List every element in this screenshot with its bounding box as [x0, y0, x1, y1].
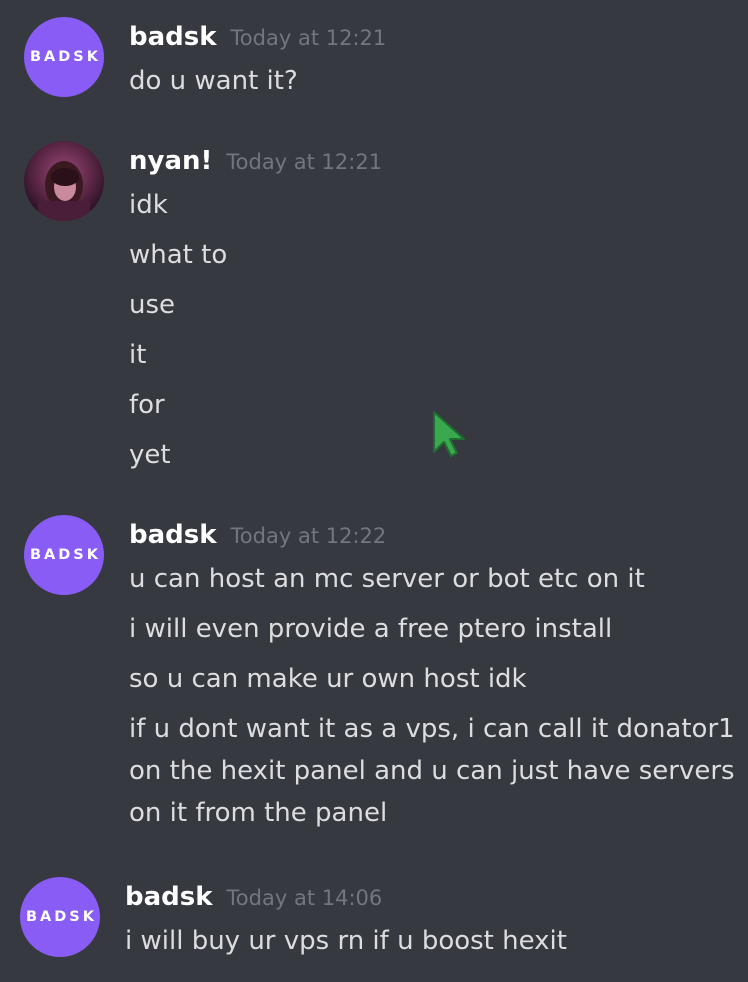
avatar-text: BADSK [26, 909, 97, 925]
message-text: use [129, 290, 176, 320]
message-header: badsk Today at 12:21 [129, 22, 386, 52]
message-text: what to [129, 240, 228, 270]
username[interactable]: nyan! [129, 146, 212, 176]
avatar[interactable] [24, 141, 104, 221]
username[interactable]: badsk [125, 882, 213, 912]
message-header: nyan! Today at 12:21 [129, 146, 382, 176]
timestamp[interactable]: Today at 12:21 [226, 150, 382, 174]
username[interactable]: badsk [129, 520, 217, 550]
message-text: idk [129, 190, 168, 220]
message-text: i will buy ur vps rn if u boost hexit [125, 926, 567, 956]
avatar-text: BADSK [30, 547, 101, 563]
message-text: u can host an mc server or bot etc on it [129, 564, 645, 594]
message-text: if u dont want it as a vps, i can call i… [129, 714, 735, 828]
message-text: do u want it? [129, 66, 298, 96]
mouse-pointer-icon [430, 408, 470, 458]
message-header: badsk Today at 12:22 [129, 520, 386, 550]
message-text: yet [129, 440, 171, 470]
message-header: badsk Today at 14:06 [125, 882, 382, 912]
avatar-text: BADSK [30, 49, 101, 65]
message-text: so u can make ur own host idk [129, 664, 527, 694]
message-text: it [129, 340, 147, 370]
timestamp[interactable]: Today at 14:06 [227, 886, 383, 910]
message-text: i will even provide a free ptero install [129, 614, 613, 644]
message-text: for [129, 390, 165, 420]
avatar[interactable]: BADSK [24, 17, 104, 97]
timestamp[interactable]: Today at 12:21 [231, 26, 387, 50]
timestamp[interactable]: Today at 12:22 [231, 524, 387, 548]
profile-photo-icon [38, 161, 90, 221]
username[interactable]: badsk [129, 22, 217, 52]
avatar[interactable]: BADSK [20, 877, 100, 957]
avatar[interactable]: BADSK [24, 515, 104, 595]
